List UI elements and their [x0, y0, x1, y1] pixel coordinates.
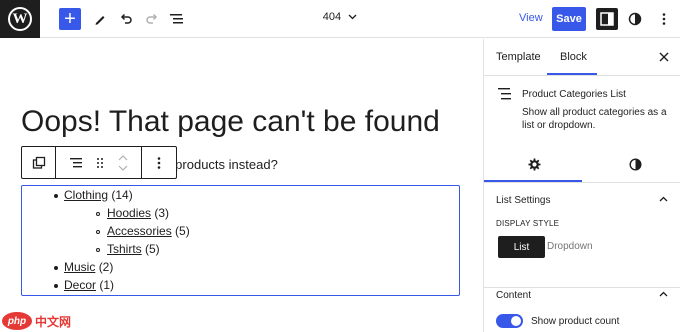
category-link-tshirts[interactable]: Tshirts	[107, 242, 142, 256]
plus-icon: +	[64, 8, 76, 30]
paragraph-text: ur products instead?	[160, 157, 278, 172]
display-style-dropdown-option[interactable]: Dropdown	[547, 241, 593, 252]
category-count: (14)	[111, 188, 133, 202]
page-heading[interactable]: Oops! That page can't be found	[21, 105, 440, 139]
list-view-icon[interactable]	[69, 157, 83, 169]
list-view-icon	[170, 14, 183, 24]
wordpress-logo-button[interactable]: W	[0, 0, 40, 38]
more-vertical-icon	[662, 13, 666, 25]
category-count: (5)	[145, 242, 160, 256]
move-down-icon[interactable]	[118, 165, 128, 171]
content-panel-title[interactable]: Content	[496, 290, 531, 301]
list-item: Hoodies (3)	[107, 206, 169, 220]
list-item: Accessories (5)	[107, 224, 190, 238]
close-icon[interactable]	[659, 52, 669, 62]
display-style-label: DISPLAY STYLE	[496, 219, 560, 228]
category-count: (2)	[98, 260, 114, 274]
list-bullet	[54, 194, 58, 198]
product-categories-list-block[interactable]: Clothing (14) Hoodies (3) Accessories (5…	[21, 185, 460, 296]
paragraph-block[interactable]: ur products instead?	[160, 157, 278, 172]
document-overview-button[interactable]	[166, 8, 188, 30]
contrast-icon	[628, 12, 642, 26]
show-product-count-label: Show product count	[531, 316, 620, 327]
styles-contrast-icon[interactable]	[629, 158, 642, 171]
watermark-logo: php	[2, 312, 32, 330]
list-item: Tshirts (5)	[107, 242, 160, 256]
list-bullet	[54, 284, 58, 288]
sidebar-panel-icon	[600, 12, 614, 26]
move-arrows	[118, 154, 128, 171]
list-item: Music (2)	[64, 260, 113, 274]
list-bullet	[96, 212, 100, 216]
chevron-up-icon[interactable]	[659, 196, 668, 202]
show-product-count-toggle[interactable]	[496, 314, 523, 328]
redo-button[interactable]	[141, 8, 163, 30]
add-block-button[interactable]: +	[59, 8, 81, 30]
block-move-group	[56, 147, 142, 178]
list-bullet	[96, 248, 100, 252]
settings-toggle-button[interactable]	[596, 8, 618, 30]
list-bullet	[96, 230, 100, 234]
document-title: 404	[322, 11, 342, 23]
settings-sidebar: Template Block Product Categories List S…	[483, 39, 680, 332]
chevron-down-icon	[348, 14, 357, 20]
block-options-button[interactable]	[142, 147, 176, 178]
watermark: php 中文网	[2, 311, 71, 331]
block-list-icon	[498, 88, 511, 100]
block-card-description: Show all product categories as a list or…	[522, 107, 667, 131]
block-inspector-tabs	[484, 147, 680, 183]
category-link-accessories[interactable]: Accessories	[107, 224, 172, 238]
more-vertical-icon	[157, 156, 161, 169]
drag-handle-icon[interactable]	[96, 157, 104, 169]
sidebar-tabs: Template Block	[484, 39, 680, 76]
options-menu-button[interactable]	[653, 8, 675, 30]
wordpress-logo-icon: W	[8, 7, 32, 31]
document-title-selector[interactable]: 404	[300, 11, 380, 23]
category-link-clothing[interactable]: Clothing	[64, 188, 108, 202]
category-link-decor[interactable]: Decor	[64, 278, 96, 292]
list-item: Decor (1)	[64, 278, 114, 292]
toggle-knob	[511, 316, 521, 326]
category-count: (5)	[175, 224, 190, 238]
undo-icon	[120, 13, 132, 24]
watermark-text: 中文网	[35, 314, 72, 329]
category-link-hoodies[interactable]: Hoodies	[107, 206, 151, 220]
category-count: (3)	[154, 206, 170, 220]
category-count: (1)	[99, 278, 115, 292]
view-button[interactable]: View	[519, 12, 543, 24]
tab-block[interactable]: Block	[560, 51, 587, 63]
save-button[interactable]: Save	[552, 7, 586, 31]
undo-button[interactable]	[115, 8, 137, 30]
list-bullet	[54, 266, 58, 270]
chevron-up-icon[interactable]	[659, 291, 668, 297]
block-type-icon	[32, 156, 45, 169]
tab-template[interactable]: Template	[496, 51, 541, 63]
editor-canvas: Oops! That page can't be found ur produc…	[0, 39, 483, 332]
display-style-list-option[interactable]: List	[498, 236, 545, 258]
block-toolbar	[21, 146, 177, 179]
block-transform-button[interactable]	[22, 147, 56, 178]
block-card-title: Product Categories List	[522, 89, 626, 100]
editor-topbar: W + 404 View Save	[0, 0, 680, 38]
list-item: Clothing (14)	[64, 188, 133, 202]
redo-icon	[146, 13, 158, 24]
list-settings-title[interactable]: List Settings	[496, 195, 550, 206]
styles-button[interactable]	[624, 8, 646, 30]
category-link-music[interactable]: Music	[64, 260, 95, 274]
active-subtab-indicator	[484, 180, 582, 182]
settings-gear-icon[interactable]	[528, 158, 541, 171]
active-tab-indicator	[547, 73, 597, 75]
tools-button[interactable]	[89, 8, 111, 30]
pencil-icon	[95, 16, 105, 25]
move-up-icon[interactable]	[118, 154, 128, 161]
